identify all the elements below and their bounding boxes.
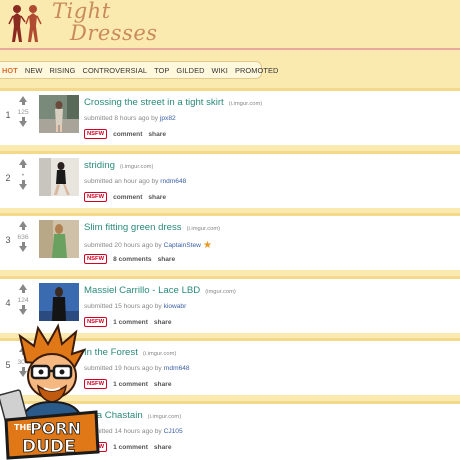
- post-thumbnail[interactable]: [39, 220, 79, 258]
- post-score: 124: [17, 297, 29, 304]
- post-item: 2 • striding (i.imgur.com) submitted an h…: [0, 151, 460, 208]
- downvote-icon[interactable]: [19, 305, 27, 315]
- post-title-text[interactable]: Slim fitting green dress: [84, 222, 182, 233]
- post-title-text[interactable]: Massiel Carrillo - Lace LBD: [84, 285, 200, 296]
- tab-new[interactable]: NEW: [25, 66, 43, 75]
- upvote-icon[interactable]: [19, 284, 27, 293]
- post-domain[interactable]: (i.imgur.com): [187, 226, 221, 232]
- watermark-line2: PORN: [30, 419, 81, 438]
- post-meta: submitted an hour ago by rndm648: [84, 178, 186, 185]
- post-author[interactable]: rndm648: [164, 365, 190, 372]
- upvote-icon[interactable]: [19, 159, 27, 168]
- downvote-icon[interactable]: [19, 180, 27, 190]
- logo-line2: Dresses: [70, 21, 158, 45]
- post-score: 125: [17, 109, 29, 116]
- post-domain[interactable]: (i.imgur.com): [143, 351, 177, 357]
- comments-link[interactable]: 8 comments: [113, 256, 151, 263]
- share-link[interactable]: share: [154, 381, 172, 388]
- logo-silhouettes-icon: [8, 5, 42, 42]
- post-author[interactable]: CJ105: [164, 428, 183, 435]
- post-title-text[interactable]: Crossing the street in a tight skirt: [84, 97, 224, 108]
- subreddit-logo-text[interactable]: Tight Dresses: [52, 0, 158, 44]
- submitted-text: submitted 20 hours ago by: [84, 242, 162, 249]
- post-rank: 4: [5, 298, 11, 308]
- post-score: •: [21, 172, 25, 179]
- watermark-mascot-logo: THE PORN DUDE: [0, 323, 100, 460]
- tab-wiki[interactable]: WIKI: [212, 66, 228, 75]
- comments-link[interactable]: 1 comment: [113, 381, 148, 388]
- share-link[interactable]: share: [148, 194, 166, 201]
- post-author[interactable]: CaptainStew: [164, 242, 201, 249]
- downvote-icon[interactable]: [19, 117, 27, 127]
- watermark-line1: THE: [14, 423, 32, 432]
- post-domain[interactable]: (i.imgur.com): [229, 101, 263, 107]
- tab-top[interactable]: TOP: [154, 66, 169, 75]
- post-actions: NSFW 8 comments share: [84, 254, 181, 264]
- sort-tabs: HOT NEW RISING CONTROVERSIAL TOP GILDED …: [0, 61, 278, 79]
- post-domain[interactable]: (i.imgur.com): [120, 164, 154, 170]
- post-meta: submitted 20 hours ago by CaptainStew ★: [84, 240, 212, 251]
- post-title-text[interactable]: striding: [84, 160, 115, 171]
- nsfw-badge: NSFW: [84, 192, 108, 202]
- comments-link[interactable]: 1 comment: [113, 444, 148, 451]
- comments-link[interactable]: comment: [113, 131, 142, 138]
- post-meta: submitted 15 hours ago by kiowabr: [84, 303, 186, 310]
- comments-link[interactable]: 1 comment: [113, 319, 148, 326]
- downvote-icon[interactable]: [19, 242, 27, 252]
- vote-box: 636: [15, 221, 31, 252]
- share-link[interactable]: share: [154, 319, 172, 326]
- post-item: 3 636 Slim fitting green dress (i.imgur.c…: [0, 213, 460, 270]
- post-title[interactable]: Crossing the street in a tight skirt (i.i…: [84, 97, 262, 108]
- comments-link[interactable]: comment: [113, 194, 142, 201]
- post-title[interactable]: ca Chastain (i.imgur.com): [92, 410, 181, 421]
- post-thumbnail[interactable]: [39, 95, 79, 133]
- star-icon: ★: [202, 240, 212, 251]
- post-rank: 3: [5, 235, 11, 245]
- post-title[interactable]: Slim fitting green dress (i.imgur.com): [84, 222, 220, 233]
- post-domain[interactable]: (imgur.com): [205, 289, 236, 295]
- post-item: 1 125 Crossing the street in a tight ski…: [0, 88, 460, 145]
- post-author[interactable]: rndm648: [160, 178, 186, 185]
- submitted-text: submitted 8 hours ago by: [84, 115, 159, 122]
- vote-box: •: [15, 159, 31, 190]
- share-link[interactable]: share: [158, 256, 176, 263]
- nsfw-badge: NSFW: [84, 254, 108, 264]
- vote-box: 124: [15, 284, 31, 315]
- post-thumbnail[interactable]: [39, 283, 79, 321]
- vote-box: 125: [15, 96, 31, 127]
- tab-hot[interactable]: HOT: [2, 66, 18, 75]
- submitted-text: submitted 15 hours ago by: [84, 303, 162, 310]
- post-score: 636: [17, 234, 29, 241]
- post-meta: submitted 8 hours ago by jpx82: [84, 115, 176, 122]
- tab-gilded[interactable]: GILDED: [176, 66, 204, 75]
- submitted-text: submitted an hour ago by: [84, 178, 159, 185]
- post-author[interactable]: kiowabr: [164, 303, 187, 310]
- post-actions: NSFW comment share: [84, 192, 172, 202]
- nsfw-badge: NSFW: [84, 129, 108, 139]
- upvote-icon[interactable]: [19, 221, 27, 230]
- post-author[interactable]: jpx82: [160, 115, 176, 122]
- post-title[interactable]: striding (i.imgur.com): [84, 160, 153, 171]
- post-rank: 1: [5, 110, 11, 120]
- share-link[interactable]: share: [148, 131, 166, 138]
- post-actions: NSFW comment share: [84, 129, 172, 139]
- post-title[interactable]: Massiel Carrillo - Lace LBD (imgur.com): [84, 285, 236, 296]
- post-thumbnail[interactable]: [39, 158, 79, 196]
- tab-rising[interactable]: RISING: [49, 66, 75, 75]
- tab-controversial[interactable]: CONTROVERSIAL: [83, 66, 148, 75]
- watermark-line3: DUDE: [22, 437, 76, 457]
- post-domain[interactable]: (i.imgur.com): [148, 414, 182, 420]
- tab-promoted[interactable]: PROMOTED: [235, 66, 279, 75]
- logo-line1: Tight: [52, 0, 111, 23]
- post-rank: 2: [5, 173, 11, 183]
- share-link[interactable]: share: [154, 444, 172, 451]
- subreddit-header: Tight Dresses: [0, 0, 460, 50]
- upvote-icon[interactable]: [19, 96, 27, 105]
